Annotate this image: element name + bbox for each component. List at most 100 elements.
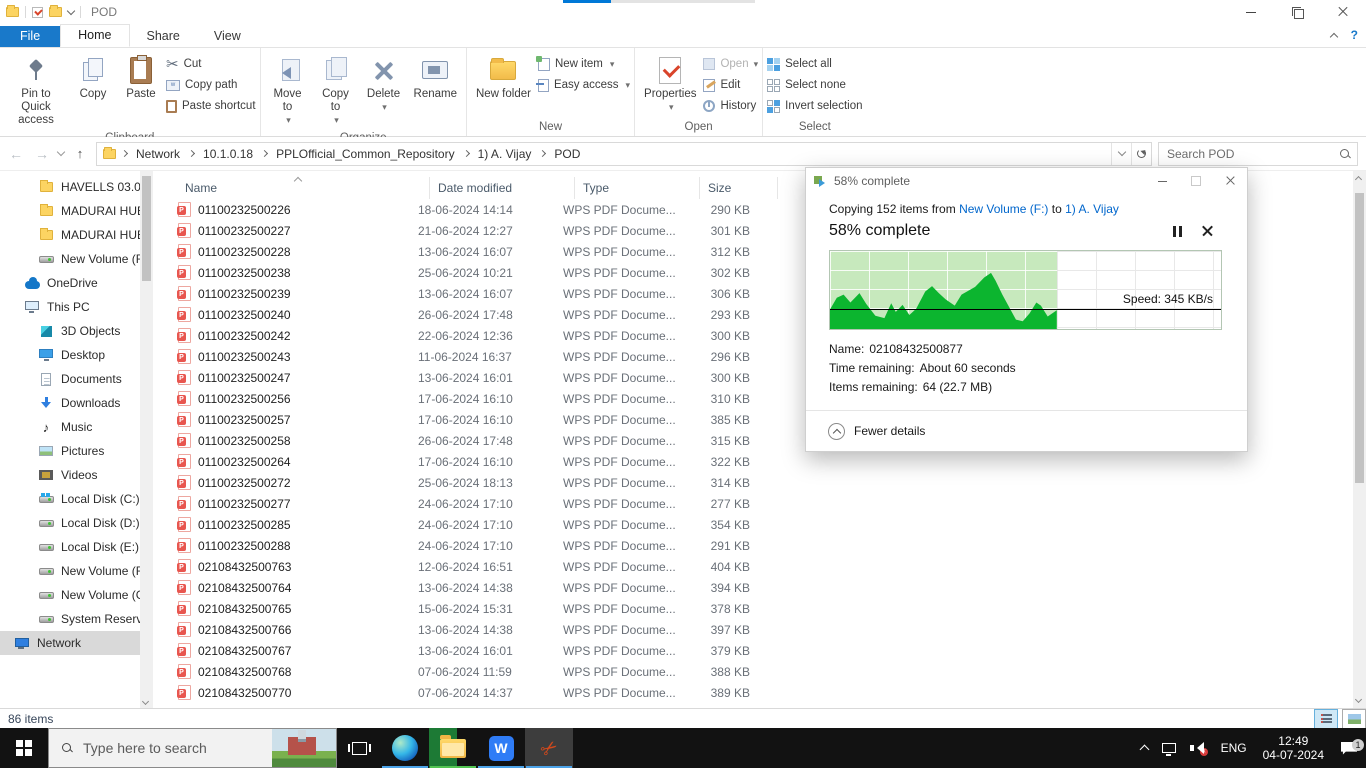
file-row[interactable]: 01100232500277 24-06-2024 17:10 WPS PDF … [160, 493, 1353, 514]
column-header-size[interactable]: Size [700, 177, 778, 199]
sidebar-item-network[interactable]: Network [0, 631, 140, 655]
taskbar-wps-button[interactable]: W [477, 728, 525, 768]
tab-view[interactable]: View [197, 26, 258, 47]
sidebar-item-3d-objects[interactable]: 3D Objects [0, 319, 140, 343]
file-row[interactable]: 01100232500285 24-06-2024 17:10 WPS PDF … [160, 514, 1353, 535]
sidebar-scrollbar-thumb[interactable] [142, 176, 151, 281]
sidebar-item-pictures[interactable]: Pictures [0, 439, 140, 463]
sidebar-item-videos[interactable]: Videos [0, 463, 140, 487]
file-row[interactable]: 02108432500767 13-06-2024 16:01 WPS PDF … [160, 640, 1353, 661]
taskbar-edge-button[interactable] [381, 728, 429, 768]
breadcrumb-chevron-icon[interactable] [121, 150, 128, 157]
details-view-button[interactable] [1314, 709, 1338, 729]
destination-link[interactable]: 1) A. Vijay [1065, 202, 1119, 216]
file-list-scrollbar[interactable] [1353, 171, 1366, 708]
sidebar-item-madurai-hub[interactable]: MADURAI HUB [0, 199, 140, 223]
breadcrumb-item[interactable]: 10.1.0.18 [200, 147, 256, 161]
breadcrumb-item[interactable]: Network [133, 147, 183, 161]
breadcrumb-chevron-icon[interactable] [463, 150, 470, 157]
select-none-button[interactable]: Select none [767, 76, 862, 94]
dialog-close-button[interactable] [1213, 168, 1247, 194]
file-row[interactable]: 01100232500288 24-06-2024 17:10 WPS PDF … [160, 535, 1353, 556]
column-header-type[interactable]: Type [575, 177, 700, 199]
sidebar-item-new-volume-f[interactable]: New Volume (F:) [0, 247, 140, 271]
sidebar-item-system-reserved[interactable]: System Reserved [0, 607, 140, 631]
copy-to-button[interactable]: Copy to [313, 51, 359, 130]
select-all-button[interactable]: Select all [767, 55, 862, 73]
address-dropdown-button[interactable] [1111, 143, 1131, 165]
breadcrumb-chevron-icon[interactable] [188, 150, 195, 157]
invert-selection-button[interactable]: Invert selection [767, 97, 862, 115]
file-row[interactable]: 02108432500770 07-06-2024 14:37 WPS PDF … [160, 682, 1353, 703]
forward-button[interactable]: → [32, 146, 52, 162]
large-icons-view-button[interactable] [1342, 709, 1366, 729]
edit-button[interactable]: Edit [703, 76, 758, 94]
properties-quick-icon[interactable] [32, 7, 43, 18]
sidebar-item-new-volume-g[interactable]: New Volume (G:) [0, 583, 140, 607]
taskbar-search-input[interactable] [83, 740, 272, 756]
tab-file[interactable]: File [0, 26, 60, 47]
back-button[interactable]: ← [6, 146, 26, 162]
collapse-ribbon-icon[interactable] [1329, 32, 1337, 40]
paste-shortcut-button[interactable]: Paste shortcut [166, 97, 256, 115]
file-row[interactable]: 02108432500765 15-06-2024 15:31 WPS PDF … [160, 598, 1353, 619]
task-view-button[interactable] [337, 728, 381, 768]
sidebar-item-onedrive[interactable]: OneDrive [0, 271, 140, 295]
sidebar-item-new-volume-f[interactable]: New Volume (F:) [0, 559, 140, 583]
refresh-button[interactable] [1131, 143, 1151, 165]
fewer-details-button[interactable]: Fewer details [806, 410, 1247, 451]
sidebar-item-local-disk-e[interactable]: Local Disk (E:) [0, 535, 140, 559]
cancel-copy-button[interactable] [1192, 224, 1222, 238]
scrollbar-thumb[interactable] [1355, 193, 1364, 483]
start-button[interactable] [0, 728, 48, 768]
copy-button[interactable]: Copy [70, 51, 116, 104]
breadcrumb-chevron-icon[interactable] [539, 150, 546, 157]
easy-access-button[interactable]: Easy access [538, 76, 630, 94]
action-center-button[interactable]: 1 [1332, 742, 1366, 755]
rename-button[interactable]: Rename [409, 51, 462, 104]
address-bar[interactable]: Network 10.1.0.18 PPLOfficial_Common_Repos… [96, 142, 1152, 166]
tab-share[interactable]: Share [130, 26, 197, 47]
delete-button[interactable]: Delete [361, 51, 407, 117]
search-box[interactable] [1158, 142, 1358, 166]
tab-home[interactable]: Home [60, 24, 129, 47]
recent-locations-chevron-icon[interactable] [57, 148, 65, 156]
sidebar-scrollbar[interactable] [140, 171, 153, 708]
sidebar-item-music[interactable]: ♪ Music [0, 415, 140, 439]
sidebar-item-madurai-hub[interactable]: MADURAI HUB - [0, 223, 140, 247]
new-folder-quick-icon[interactable] [49, 7, 62, 17]
new-item-button[interactable]: New item [538, 55, 630, 73]
minimize-button[interactable] [1228, 0, 1274, 24]
volume-tray-button[interactable]: ✕ [1183, 742, 1213, 754]
new-folder-button[interactable]: New folder [471, 51, 536, 104]
source-link[interactable]: New Volume (F:) [959, 202, 1048, 216]
history-button[interactable]: History [703, 97, 758, 115]
sidebar-item-this-pc[interactable]: This PC [0, 295, 140, 319]
pin-to-quick-access-button[interactable]: Pin to Quick access [4, 51, 68, 130]
file-row[interactable]: 02108432500766 13-06-2024 14:38 WPS PDF … [160, 619, 1353, 640]
restore-button[interactable] [1274, 0, 1320, 24]
bing-daily-image[interactable] [272, 729, 336, 767]
sidebar-item-desktop[interactable]: Desktop [0, 343, 140, 367]
file-row[interactable]: 02108432500768 07-06-2024 11:59 WPS PDF … [160, 661, 1353, 682]
sidebar-item-downloads[interactable]: Downloads [0, 391, 140, 415]
breadcrumb-item[interactable]: PPLOfficial_Common_Repository [273, 147, 458, 161]
sidebar-scroll-down-icon[interactable] [142, 698, 149, 705]
sidebar-item-documents[interactable]: Documents [0, 367, 140, 391]
help-button[interactable]: ? [1351, 28, 1358, 42]
language-indicator[interactable]: ENG [1213, 741, 1255, 755]
move-to-button[interactable]: Move to [265, 51, 311, 130]
paste-button[interactable]: Paste [118, 51, 164, 104]
file-row[interactable]: 01100232500264 17-06-2024 16:10 WPS PDF … [160, 451, 1353, 472]
cut-button[interactable]: ✂Cut [166, 55, 256, 73]
close-button[interactable] [1320, 0, 1366, 24]
taskbar-explorer-button[interactable] [429, 728, 477, 768]
file-row[interactable]: 02108432500764 13-06-2024 14:38 WPS PDF … [160, 577, 1353, 598]
properties-button[interactable]: Properties [639, 51, 701, 117]
sidebar-item-local-disk-c[interactable]: Local Disk (C:) [0, 487, 140, 511]
file-row[interactable]: 02108432500763 12-06-2024 16:51 WPS PDF … [160, 556, 1353, 577]
pause-button[interactable] [1162, 226, 1192, 237]
taskbar-search[interactable] [48, 728, 337, 768]
dialog-minimize-button[interactable] [1145, 168, 1179, 194]
breadcrumb-chevron-icon[interactable] [261, 150, 268, 157]
